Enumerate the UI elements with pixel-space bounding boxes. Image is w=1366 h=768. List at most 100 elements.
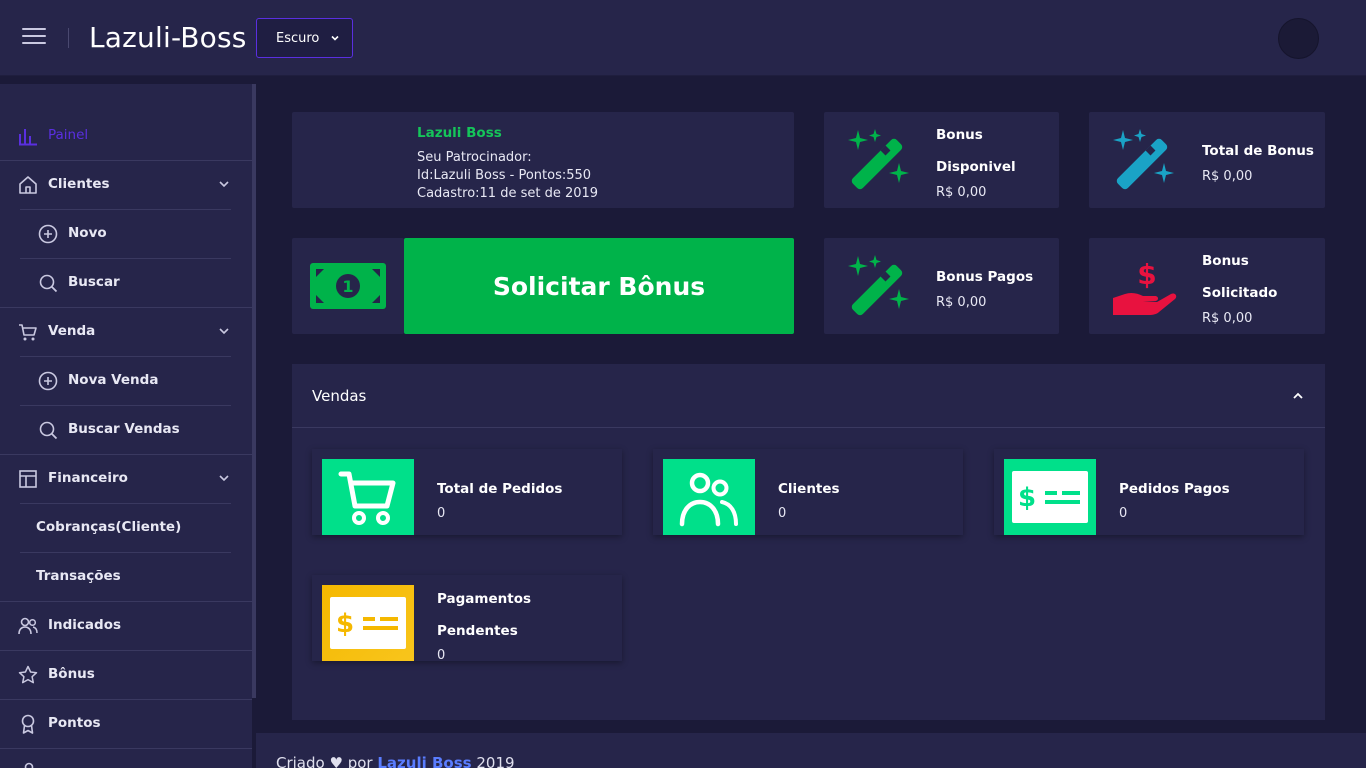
total-bonus-card: Total de Bonus R$ 0,00: [1089, 112, 1325, 208]
sidebar-item-cobrancas[interactable]: Cobranças(Cliente): [0, 503, 252, 552]
svg-text:$: $: [1137, 258, 1156, 291]
sidebar: Painel Clientes Novo Buscar Venda Nova V…: [0, 84, 252, 768]
stat-value: 0: [437, 506, 446, 521]
search-icon: [39, 274, 58, 293]
card-title: Total de Bonus: [1202, 143, 1314, 159]
cart-icon: [19, 324, 37, 341]
stat-total-pedidos: Total de Pedidos 0: [312, 449, 622, 535]
footer-prefix: Criado: [276, 754, 325, 768]
footer-year: 2019: [476, 754, 515, 768]
menu-icon[interactable]: [22, 28, 46, 48]
sidebar-item-bonus[interactable]: Bônus: [0, 650, 252, 699]
profile-card: Lazuli Boss Seu Patrocinador: Id:Lazuli …: [292, 112, 794, 208]
stat-title: Clientes: [778, 481, 840, 497]
theme-select[interactable]: Escuro: [256, 18, 353, 58]
sidebar-item-label: Clientes: [48, 176, 110, 192]
chevron-down-icon: [219, 475, 229, 482]
footer-link[interactable]: Lazuli Boss: [377, 754, 471, 768]
chevron-up-icon[interactable]: [1292, 391, 1304, 401]
magic-wand-icon: [1113, 129, 1174, 190]
card-value: R$ 0,00: [936, 185, 987, 200]
avatar[interactable]: [1278, 18, 1319, 59]
sidebar-item-label: Cobranças(Cliente): [36, 519, 182, 535]
sidebar-item-label: Financeiro: [48, 470, 128, 486]
sidebar-item-indicados[interactable]: Indicados: [0, 601, 252, 650]
heart-icon: ♥: [329, 754, 343, 768]
sidebar-item-label: Buscar: [68, 274, 120, 290]
sidebar-item-label: Transações: [36, 568, 121, 584]
sidebar-item-label: Nova Venda: [68, 372, 159, 388]
stat-value: 0: [437, 648, 446, 663]
card-title: Bonus: [936, 127, 983, 143]
stat-value: 0: [1119, 506, 1128, 521]
money-icon: 1: [310, 263, 386, 309]
sidebar-item-painel[interactable]: Painel: [0, 111, 252, 160]
chevron-down-icon: [331, 35, 339, 41]
card-title: Bonus Pagos: [936, 269, 1034, 285]
layout-icon: [19, 470, 37, 488]
stat-value: 0: [778, 506, 787, 521]
card-value: R$ 0,00: [1202, 169, 1253, 184]
users-icon-box: [663, 459, 755, 535]
footer-text: Criado ♥ por Lazuli Boss 2019: [276, 754, 515, 768]
sidebar-item-label: Bônus: [48, 666, 95, 682]
vendas-panel: Vendas Total de Pedidos 0 Clientes 0 $ P…: [292, 364, 1325, 720]
profile-name: Lazuli Boss: [417, 125, 502, 141]
card-title: Disponivel: [936, 159, 1016, 175]
sidebar-item-transacoes[interactable]: Transações: [0, 552, 252, 601]
card-value: R$ 0,00: [1202, 311, 1253, 326]
plus-circle-icon: [38, 371, 58, 391]
stat-title: Pendentes: [437, 623, 518, 639]
sidebar-item-nova-venda[interactable]: Nova Venda: [0, 356, 252, 405]
stat-clientes: Clientes 0: [653, 449, 963, 535]
card-title: Bonus: [1202, 253, 1249, 269]
star-icon: [18, 665, 38, 684]
card-value: R$ 0,00: [936, 295, 987, 310]
sidebar-item-label: Pontos: [48, 715, 101, 731]
sidebar-item-novo[interactable]: Novo: [0, 209, 252, 258]
stat-title: Pedidos Pagos: [1119, 481, 1230, 497]
panel-title: Vendas: [312, 387, 367, 405]
sidebar-item-label: Venda: [48, 323, 96, 339]
chart-bars-icon: [19, 129, 37, 146]
users-icon: [18, 617, 38, 635]
svg-text:1: 1: [342, 277, 353, 296]
divider: [68, 28, 69, 48]
sidebar-scrollbar[interactable]: [252, 84, 256, 698]
chevron-down-icon: [219, 181, 229, 188]
cash-card: 1: [292, 238, 404, 334]
top-bar: Lazuli-Boss Escuro: [0, 0, 1366, 76]
bonus-solicitado-card: $ Bonus Solicitado R$ 0,00: [1089, 238, 1325, 334]
sidebar-item-buscar[interactable]: Buscar: [0, 258, 252, 307]
sidebar-item-buscar-vendas[interactable]: Buscar Vendas: [0, 405, 252, 454]
divider: [0, 748, 252, 749]
users-icon: [679, 472, 738, 527]
magic-wand-icon: [848, 129, 909, 190]
sidebar-item-label: Buscar Vendas: [68, 421, 180, 437]
stat-pedidos-pagos: $ Pedidos Pagos 0: [994, 449, 1304, 535]
cart-icon: [338, 471, 396, 525]
app-brand: Lazuli-Boss: [89, 21, 247, 54]
sponsor-label: Seu Patrocinador:: [417, 150, 532, 165]
registration-date: Cadastro:11 de set de 2019: [417, 186, 599, 201]
home-icon: [19, 176, 37, 194]
vendas-panel-header[interactable]: Vendas: [292, 364, 1325, 428]
sidebar-item-financeiro[interactable]: Financeiro: [0, 454, 252, 503]
cart-icon-box: [322, 459, 414, 535]
stat-title: Total de Pedidos: [437, 481, 563, 497]
sidebar-item-pontos[interactable]: Pontos: [0, 699, 252, 748]
hand-dollar-icon: $: [1113, 258, 1177, 315]
solicitar-bonus-button[interactable]: Solicitar Bônus: [404, 238, 794, 334]
dollar-card-icon: $: [1012, 471, 1088, 523]
footer-by: por: [347, 754, 373, 768]
stat-title: Pagamentos: [437, 591, 532, 607]
chevron-down-icon: [219, 328, 229, 335]
sidebar-item-clientes[interactable]: Clientes: [0, 160, 252, 209]
dollar-card-icon: $: [330, 597, 406, 649]
sidebar-item-label: Novo: [68, 225, 107, 241]
dollar-card-icon-box: $: [322, 585, 414, 661]
sponsor-info: Id:Lazuli Boss - Pontos:550: [417, 168, 592, 183]
sidebar-item-venda[interactable]: Venda: [0, 307, 252, 356]
dollar-card-icon-box: $: [1004, 459, 1096, 535]
theme-select-value: Escuro: [276, 30, 320, 46]
